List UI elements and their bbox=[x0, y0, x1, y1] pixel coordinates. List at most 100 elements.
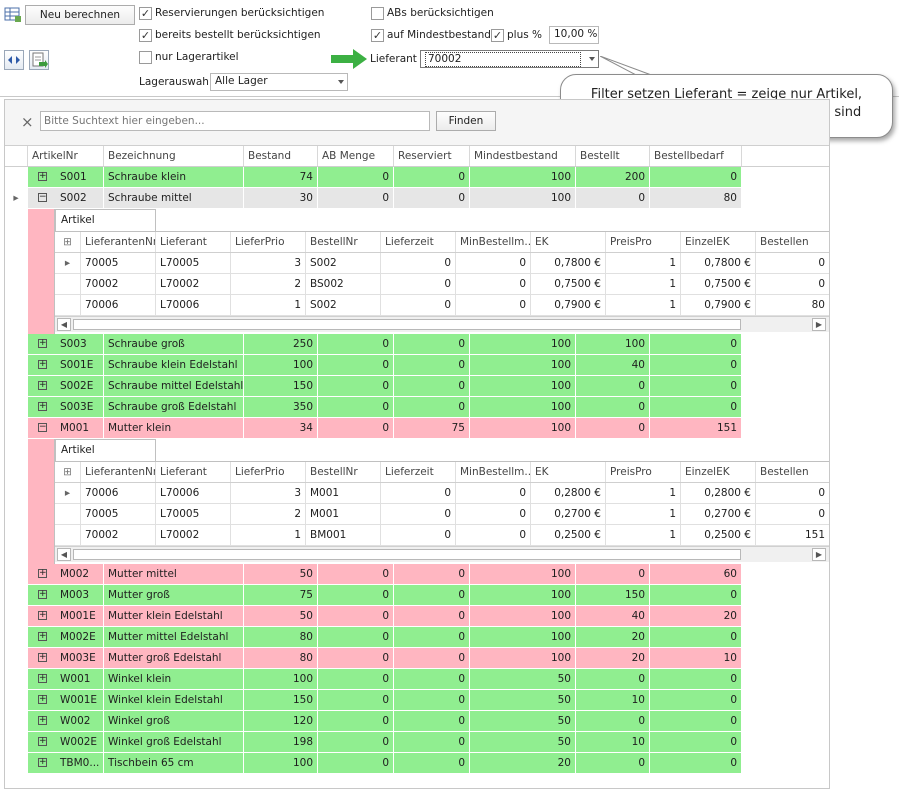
column-header-lieferprio[interactable]: LieferPrio bbox=[231, 462, 306, 482]
column-header-lieferant[interactable]: Lieferant bbox=[156, 462, 231, 482]
horizontal-scrollbar[interactable]: ◀ ▶ bbox=[55, 316, 829, 332]
column-chooser-icon[interactable]: ⊞ bbox=[55, 462, 81, 482]
scroll-left-icon[interactable]: ◀ bbox=[57, 318, 71, 331]
supplier-row[interactable]: ▸ 70005 L70005 3 S002 0 0 0,7800 €1 0,7800 €0 bbox=[55, 253, 829, 274]
column-header-minbestellm[interactable]: MinBestellm... bbox=[456, 462, 531, 482]
column-header-abmenge[interactable]: AB Menge bbox=[318, 146, 394, 166]
percent-input[interactable]: 10,00 % bbox=[549, 26, 599, 44]
expand-icon[interactable]: + bbox=[38, 632, 47, 641]
expand-icon[interactable]: + bbox=[38, 716, 47, 725]
table-row[interactable]: S003 Schraube groß 250 0 0 100 100 0 + bbox=[5, 334, 829, 355]
column-header-einzelek[interactable]: EinzelEK bbox=[681, 232, 756, 252]
column-header-bestellnr[interactable]: BestellNr bbox=[306, 232, 381, 252]
expand-icon[interactable]: + bbox=[38, 695, 47, 704]
table-row[interactable]: M003E Mutter groß Edelstahl 80 0 0 100 20 10 + bbox=[5, 648, 829, 669]
column-header-bestellbedarf[interactable]: Bestellbedarf bbox=[650, 146, 742, 166]
grid-settings-icon[interactable] bbox=[4, 6, 24, 26]
table-row[interactable]: W002E Winkel groß Edelstahl 198 0 0 50 10 0 + bbox=[5, 732, 829, 753]
expand-icon[interactable]: + bbox=[38, 611, 47, 620]
warehouse-select[interactable]: Alle Lager bbox=[210, 73, 348, 91]
column-header-preispro[interactable]: PreisPro bbox=[606, 232, 681, 252]
scroll-thumb[interactable] bbox=[73, 549, 741, 560]
table-row[interactable]: W001E Winkel klein Edelstahl 150 0 0 50 10 0 + bbox=[5, 690, 829, 711]
scroll-right-icon[interactable]: ▶ bbox=[812, 548, 826, 561]
column-header-bestellnr[interactable]: BestellNr bbox=[306, 462, 381, 482]
column-header-lieferantennr[interactable]: LieferantenNr bbox=[81, 462, 156, 482]
table-row[interactable]: ▸ S002 Schraube mittel 30 0 0 100 0 80− bbox=[5, 188, 829, 209]
column-header-einzelek[interactable]: EinzelEK bbox=[681, 462, 756, 482]
ordered: 10 bbox=[576, 690, 650, 710]
expand-icon[interactable]: + bbox=[38, 653, 47, 662]
recalculate-button[interactable]: Neu berechnen bbox=[25, 5, 135, 25]
collapse-icon[interactable]: − bbox=[38, 423, 47, 432]
column-header-lieferzeit[interactable]: Lieferzeit bbox=[381, 232, 456, 252]
warehouse-label: Lagerauswahl bbox=[139, 76, 212, 88]
scroll-left-icon[interactable]: ◀ bbox=[57, 548, 71, 561]
column-header-bestellen[interactable]: Bestellen bbox=[756, 232, 829, 252]
table-row[interactable]: M003 Mutter groß 75 0 0 100 150 0 + bbox=[5, 585, 829, 606]
table-row[interactable]: S002E Schraube mittel Edelstahl 150 0 0 100 0 0… bbox=[5, 376, 829, 397]
plus-percent-checkbox[interactable]: ✓ plus % bbox=[491, 27, 542, 43]
table-row[interactable]: M001 Mutter klein 34 0 75 100 0 151− bbox=[5, 418, 829, 439]
export-icon[interactable] bbox=[29, 50, 49, 70]
column-header-ek[interactable]: EK bbox=[531, 462, 606, 482]
column-header-lieferprio[interactable]: LieferPrio bbox=[231, 232, 306, 252]
collapse-icon[interactable]: − bbox=[38, 193, 47, 202]
column-header-lieferzeit[interactable]: Lieferzeit bbox=[381, 462, 456, 482]
expand-icon[interactable]: + bbox=[38, 569, 47, 578]
column-header-bestellt[interactable]: Bestellt bbox=[576, 146, 650, 166]
column-header-mindestbestand[interactable]: Mindestbestand bbox=[470, 146, 576, 166]
expand-icon[interactable]: + bbox=[38, 737, 47, 746]
abs-checkbox[interactable]: ABs berücksichtigen bbox=[371, 5, 494, 21]
tab-artikel-lieferanten[interactable]: Artikel Lieferanten bbox=[55, 209, 156, 247]
column-header-artikelnr[interactable]: ArtikelNr bbox=[28, 146, 104, 166]
table-row[interactable]: S003E Schraube groß Edelstahl 350 0 0 100 0 0 + bbox=[5, 397, 829, 418]
supplier-row[interactable]: 70002 L70002 1 BM001 0 0 0,2500 €1 0,2500 €151 bbox=[55, 525, 829, 546]
supplier-row[interactable]: 70005 L70005 2 M001 0 0 0,2700 €1 0,2700 €0 bbox=[55, 504, 829, 525]
column-header-preispro[interactable]: PreisPro bbox=[606, 462, 681, 482]
stock-only-checkbox[interactable]: nur Lagerartikel bbox=[139, 49, 239, 65]
column-header-bestellen[interactable]: Bestellen bbox=[756, 462, 829, 482]
table-row[interactable]: M002E Mutter mittel Edelstahl 80 0 0 100 20 0 + bbox=[5, 627, 829, 648]
order-need: 20 bbox=[650, 606, 742, 626]
expand-icon[interactable]: + bbox=[38, 758, 47, 767]
expand-icon[interactable]: + bbox=[38, 172, 47, 181]
column-header-minbestellm[interactable]: MinBestellm... bbox=[456, 232, 531, 252]
min-stock-checkbox[interactable]: ✓ auf Mindestbestand bbox=[371, 27, 491, 43]
expand-icon[interactable]: + bbox=[38, 674, 47, 683]
table-row[interactable]: S001 Schraube klein 74 0 0 100 200 0 + bbox=[5, 167, 829, 188]
column-chooser-icon[interactable]: ⊞ bbox=[55, 232, 81, 252]
stock: 100 bbox=[244, 753, 318, 773]
table-row[interactable]: M001E Mutter klein Edelstahl 50 0 0 100 40 20 + bbox=[5, 606, 829, 627]
close-icon[interactable]: × bbox=[21, 113, 34, 131]
horizontal-scrollbar[interactable]: ◀ ▶ bbox=[55, 546, 829, 562]
expand-icon[interactable]: + bbox=[38, 402, 47, 411]
ordered-checkbox[interactable]: ✓ bereits bestellt berücksichtigen bbox=[139, 27, 321, 43]
expand-icon[interactable]: + bbox=[38, 360, 47, 369]
find-button[interactable]: Finden bbox=[436, 111, 496, 131]
scroll-thumb[interactable] bbox=[73, 319, 741, 330]
column-header-lieferantennr[interactable]: LieferantenNr bbox=[81, 232, 156, 252]
column-header-reserviert[interactable]: Reserviert bbox=[394, 146, 470, 166]
table-row[interactable]: S001E Schraube klein Edelstahl 100 0 0 100 40 0… bbox=[5, 355, 829, 376]
column-header-lieferant[interactable]: Lieferant bbox=[156, 232, 231, 252]
tab-artikel-lieferanten[interactable]: Artikel Lieferanten bbox=[55, 439, 156, 477]
table-row[interactable]: TBM0... Tischbein 65 cm 100 0 0 20 0 0 + bbox=[5, 753, 829, 774]
expand-collapse-icon[interactable] bbox=[4, 50, 24, 70]
column-header-bestand[interactable]: Bestand bbox=[244, 146, 318, 166]
supplier-row[interactable]: 70006 L70006 1 S002 0 0 0,7900 €1 0,7900 €80 bbox=[55, 295, 829, 316]
reservations-checkbox[interactable]: ✓ Reservierungen berücksichtigen bbox=[139, 5, 324, 21]
scroll-right-icon[interactable]: ▶ bbox=[812, 318, 826, 331]
table-row[interactable]: M002 Mutter mittel 50 0 0 100 0 60 + bbox=[5, 564, 829, 585]
column-header-ek[interactable]: EK bbox=[531, 232, 606, 252]
column-header-bezeichnung[interactable]: Bezeichnung bbox=[104, 146, 244, 166]
search-input[interactable] bbox=[40, 111, 430, 131]
supplier-row[interactable]: 70002 L70002 2 BS002 0 0 0,7500 €1 0,7500 €0 bbox=[55, 274, 829, 295]
expand-icon[interactable]: + bbox=[38, 381, 47, 390]
supplier-row[interactable]: ▸ 70006 L70006 3 M001 0 0 0,2800 €1 0,2800 €0 bbox=[55, 483, 829, 504]
expand-icon[interactable]: + bbox=[38, 590, 47, 599]
table-row[interactable]: W002 Winkel groß 120 0 0 50 0 0 + bbox=[5, 711, 829, 732]
table-row[interactable]: W001 Winkel klein 100 0 0 50 0 0 + bbox=[5, 669, 829, 690]
supplier-select[interactable]: 70002 bbox=[420, 50, 599, 68]
expand-icon[interactable]: + bbox=[38, 339, 47, 348]
